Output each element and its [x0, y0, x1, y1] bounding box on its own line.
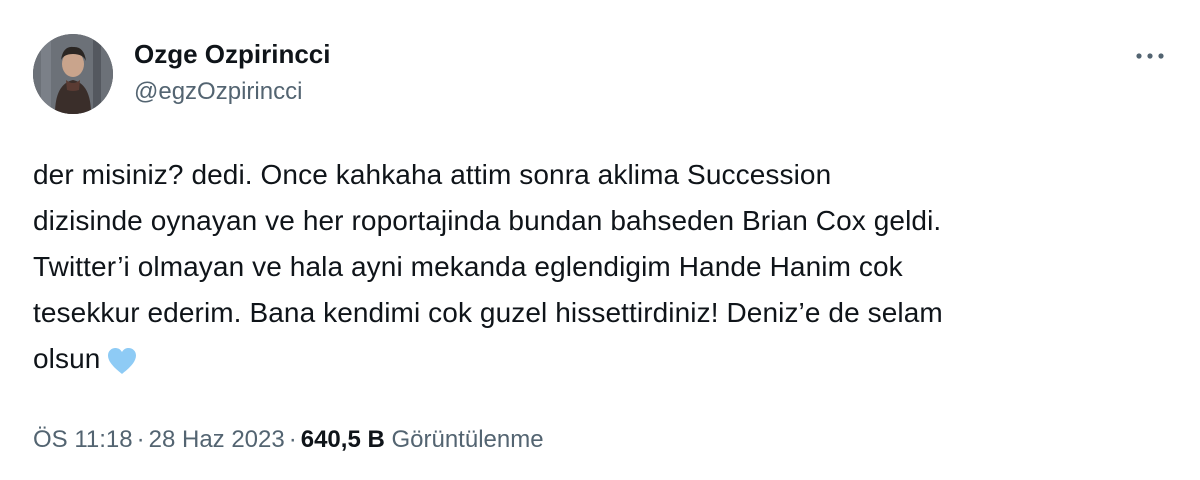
- more-horizontal-icon: [1136, 53, 1164, 59]
- tweet-time[interactable]: ÖS 11:18: [33, 426, 133, 453]
- tweet-text-line: dizisinde oynayan ve her roportajinda bu…: [33, 205, 942, 236]
- tweet-text-line: Twitter’i olmayan ve hala ayni mekanda e…: [33, 251, 903, 282]
- author-block: Ozge Ozpirincci @egzOzpirincci: [134, 38, 331, 108]
- meta-separator: ·: [136, 426, 145, 453]
- tweet-text: der misiniz? dedi. Once kahkaha attim so…: [33, 152, 1173, 390]
- tweet-text-line: tesekkur ederim. Bana kendimi cok guzel …: [33, 297, 943, 328]
- tweet-text-last-line: olsun: [33, 336, 1173, 390]
- views-label: Görüntülenme: [391, 426, 544, 453]
- light-blue-heart-icon: [106, 344, 138, 390]
- author-handle[interactable]: @egzOzpirincci: [134, 76, 331, 108]
- more-options-button[interactable]: [1128, 38, 1172, 74]
- meta-separator: ·: [288, 426, 297, 453]
- author-display-name[interactable]: Ozge Ozpirincci: [134, 38, 331, 70]
- avatar-photo-icon: [33, 34, 113, 114]
- avatar[interactable]: [33, 34, 113, 114]
- tweet-meta: ÖS 11:18 · 28 Haz 2023 · 640,5 B Görüntülenm…: [33, 424, 544, 456]
- tweet-card: Ozge Ozpirincci @egzOzpirincci der misin…: [0, 0, 1200, 480]
- tweet-text-line: olsun: [33, 343, 101, 374]
- tweet-date[interactable]: 28 Haz 2023: [149, 426, 285, 453]
- tweet-text-line: der misiniz? dedi. Once kahkaha attim so…: [33, 159, 832, 190]
- views-count: 640,5 B: [300, 426, 385, 453]
